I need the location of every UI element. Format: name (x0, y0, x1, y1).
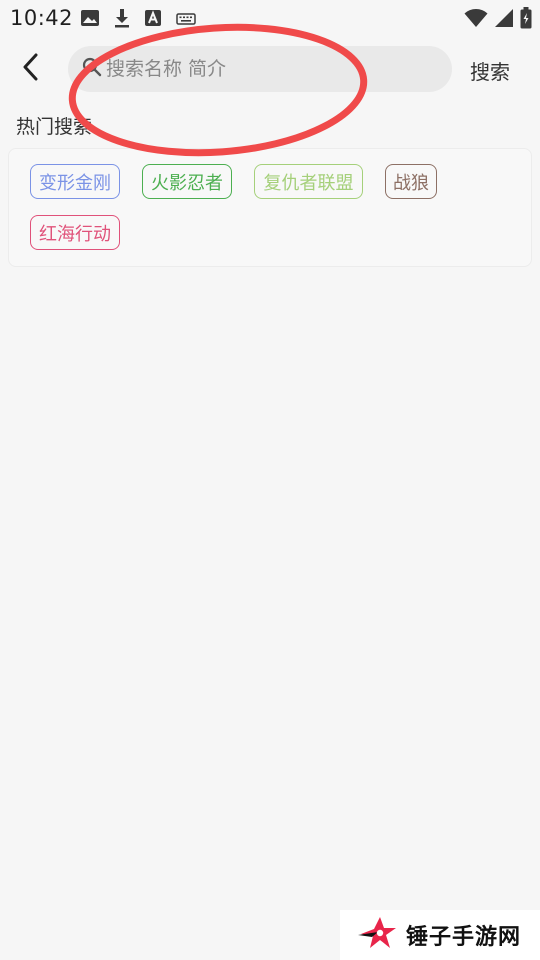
chevron-left-icon (21, 53, 41, 85)
hot-tag[interactable]: 战狼 (385, 164, 437, 199)
hot-search-card: 变形金刚 火影忍者 复仇者联盟 战狼 红海行动 (8, 148, 532, 267)
status-bar: 10:42 (0, 0, 540, 36)
search-box[interactable] (68, 46, 452, 92)
wifi-icon (464, 8, 488, 32)
font-icon (144, 9, 162, 31)
watermark-logo: 锤子手游网 (340, 910, 540, 960)
search-button[interactable]: 搜索 (470, 56, 510, 85)
battery-icon (520, 7, 532, 33)
hot-tag[interactable]: 复仇者联盟 (254, 164, 363, 199)
hot-tag[interactable]: 变形金刚 (30, 164, 120, 199)
status-icons-right (464, 7, 532, 33)
keyboard-icon (176, 11, 196, 30)
hot-tag[interactable]: 火影忍者 (142, 164, 232, 199)
image-icon (80, 9, 100, 31)
search-toolbar: 搜索 (0, 44, 540, 94)
watermark-text: 锤子手游网 (406, 925, 522, 950)
hot-search-title: 热门搜索 (16, 116, 93, 138)
search-icon (82, 57, 102, 81)
star-logo-icon (358, 915, 398, 955)
back-button[interactable] (14, 52, 48, 86)
status-time: 10:42 (10, 6, 74, 30)
signal-icon (494, 8, 514, 32)
download-icon (114, 8, 130, 32)
search-input[interactable] (106, 58, 426, 80)
status-icons-left (80, 8, 196, 32)
hot-tag[interactable]: 红海行动 (30, 215, 120, 250)
